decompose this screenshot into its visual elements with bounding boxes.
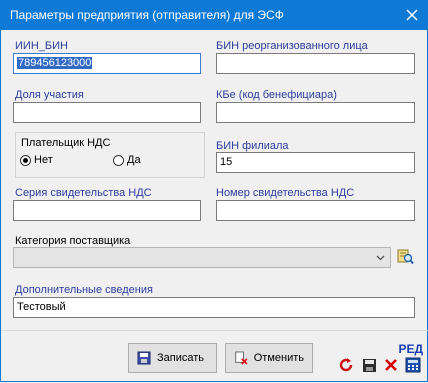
vat-series-label: Серия свидетельства НДС xyxy=(15,187,152,199)
iin-bin-value: 789456123000 xyxy=(17,57,93,69)
save-small-button[interactable] xyxy=(360,356,378,374)
save-button-label: Записать xyxy=(157,352,205,364)
vat-payer-label: Плательщик НДС xyxy=(21,137,111,149)
vat-payer-no-radio[interactable]: Нет xyxy=(20,154,53,166)
radio-checked-icon xyxy=(20,154,31,166)
supplier-category-label: Категория поставщика xyxy=(15,235,131,247)
close-button[interactable] xyxy=(396,0,428,30)
directory-lookup-icon xyxy=(397,249,414,265)
vat-number-field[interactable] xyxy=(216,200,415,221)
delete-button[interactable] xyxy=(382,356,400,374)
calculator-button[interactable] xyxy=(404,356,422,374)
mode-badge: РЕД xyxy=(398,342,423,356)
cancel-button[interactable]: Отменить xyxy=(225,343,313,373)
supplier-category-select[interactable] xyxy=(13,247,391,268)
radio-unchecked-icon xyxy=(113,154,124,166)
save-icon xyxy=(137,351,151,365)
vat-payer-yes-radio[interactable]: Да xyxy=(113,154,141,166)
title-bar: Параметры предприятия (отправителя) для … xyxy=(0,0,428,30)
close-icon xyxy=(406,9,418,21)
kbe-field[interactable] xyxy=(216,102,415,123)
refresh-icon xyxy=(339,358,353,372)
iin-bin-label: ИИН_БИН xyxy=(15,40,68,52)
cancel-button-label: Отменить xyxy=(253,352,304,364)
extra-info-label: Дополнительные сведения xyxy=(15,284,153,296)
vat-payer-yes-label: Да xyxy=(127,154,141,166)
vat-payer-no-label: Нет xyxy=(34,154,53,166)
refresh-button[interactable] xyxy=(337,356,355,374)
calculator-icon xyxy=(405,357,421,373)
save-button[interactable]: Записать xyxy=(128,343,217,373)
window-title: Параметры предприятия (отправителя) для … xyxy=(10,8,284,22)
bin-branch-field[interactable]: 15 xyxy=(216,152,415,173)
bin-branch-label: БИН филиала xyxy=(216,140,289,152)
extra-info-field[interactable]: Тестовый xyxy=(13,297,415,318)
share-field[interactable] xyxy=(13,102,201,123)
dialog-body: ИИН_БИН 789456123000 БИН реорганизованно… xyxy=(0,30,428,382)
vat-number-label: Номер свидетельства НДС xyxy=(216,187,355,199)
kbe-label: КБе (код бенефициара) xyxy=(216,89,337,101)
vat-series-field[interactable] xyxy=(13,200,201,221)
red-x-icon xyxy=(385,359,397,371)
lookup-directory-button[interactable] xyxy=(395,246,415,266)
share-label: Доля участия xyxy=(15,89,84,101)
bin-reorg-field[interactable] xyxy=(216,53,415,74)
iin-bin-field[interactable]: 789456123000 xyxy=(13,53,201,74)
floppy-icon xyxy=(362,358,376,372)
chevron-down-icon[interactable] xyxy=(373,250,388,265)
cancel-document-icon xyxy=(235,351,248,365)
bin-reorg-label: БИН реорганизованного лица xyxy=(216,40,368,52)
